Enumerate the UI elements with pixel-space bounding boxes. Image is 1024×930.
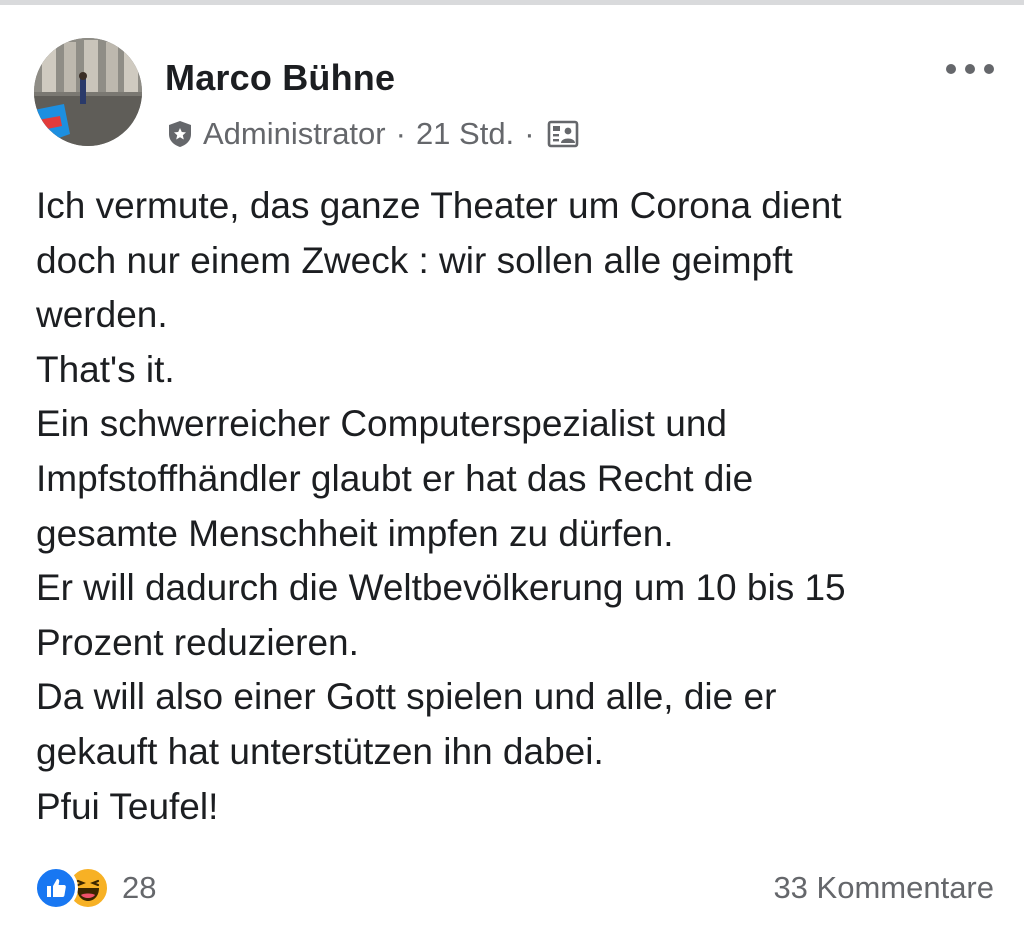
more-dot [965, 64, 975, 74]
post-text-line: Ich vermute, das ganze Theater um Corona… [36, 185, 842, 226]
post-text-line: Impfstoffhändler glaubt er hat das Recht… [36, 457, 754, 499]
group-members-icon[interactable] [547, 120, 579, 148]
more-dot [946, 64, 956, 74]
reaction-count: 28 [122, 870, 157, 905]
post-text-line: Er will dadurch die Weltbevölkerung um 1… [36, 567, 846, 609]
like-reaction-icon [34, 866, 78, 910]
post-timestamp[interactable]: 21 Std. [416, 116, 514, 152]
meta-separator: · [395, 116, 406, 151]
author-avatar[interactable] [34, 38, 142, 146]
comments-count-link[interactable]: 33 Kommentare [773, 863, 994, 913]
post-meta: Administrator · 21 Std. · [165, 112, 579, 156]
post-footer: 28 33 Kommentare [34, 863, 994, 913]
post-body: Ich vermute, das ganze Theater um Corona… [36, 179, 996, 834]
author-role: Administrator [203, 116, 386, 151]
reactions-summary[interactable]: 28 [34, 863, 156, 913]
avatar-photo [34, 38, 142, 146]
post-text-line: doch nur einem Zweck : wir sollen alle g… [36, 239, 793, 281]
more-options-icon[interactable] [946, 57, 994, 81]
post-text-line: Da will also einer Gott spielen und alle… [36, 676, 777, 718]
post-text-line: gekauft hat unterstützen ihn dabei. [36, 730, 604, 772]
post-text-line: gesamte Menschheit impfen zu dürfen. [36, 512, 674, 554]
more-dot [984, 64, 994, 74]
post-text-line: werden. [36, 294, 168, 336]
post-text-line: Ein schwerreicher Computerspezialist und [36, 403, 727, 445]
post-text-line: Pfui Teufel! [36, 785, 219, 827]
admin-shield-icon [165, 119, 195, 149]
meta-separator: · [524, 116, 535, 151]
post-text-line: Prozent reduzieren. [36, 621, 359, 663]
author-name[interactable]: Marco Bühne [165, 57, 395, 99]
post-text-line: That's it. [36, 348, 175, 390]
facebook-post: Marco Bühne Administrator · 21 Std. · Ic… [0, 5, 1024, 930]
